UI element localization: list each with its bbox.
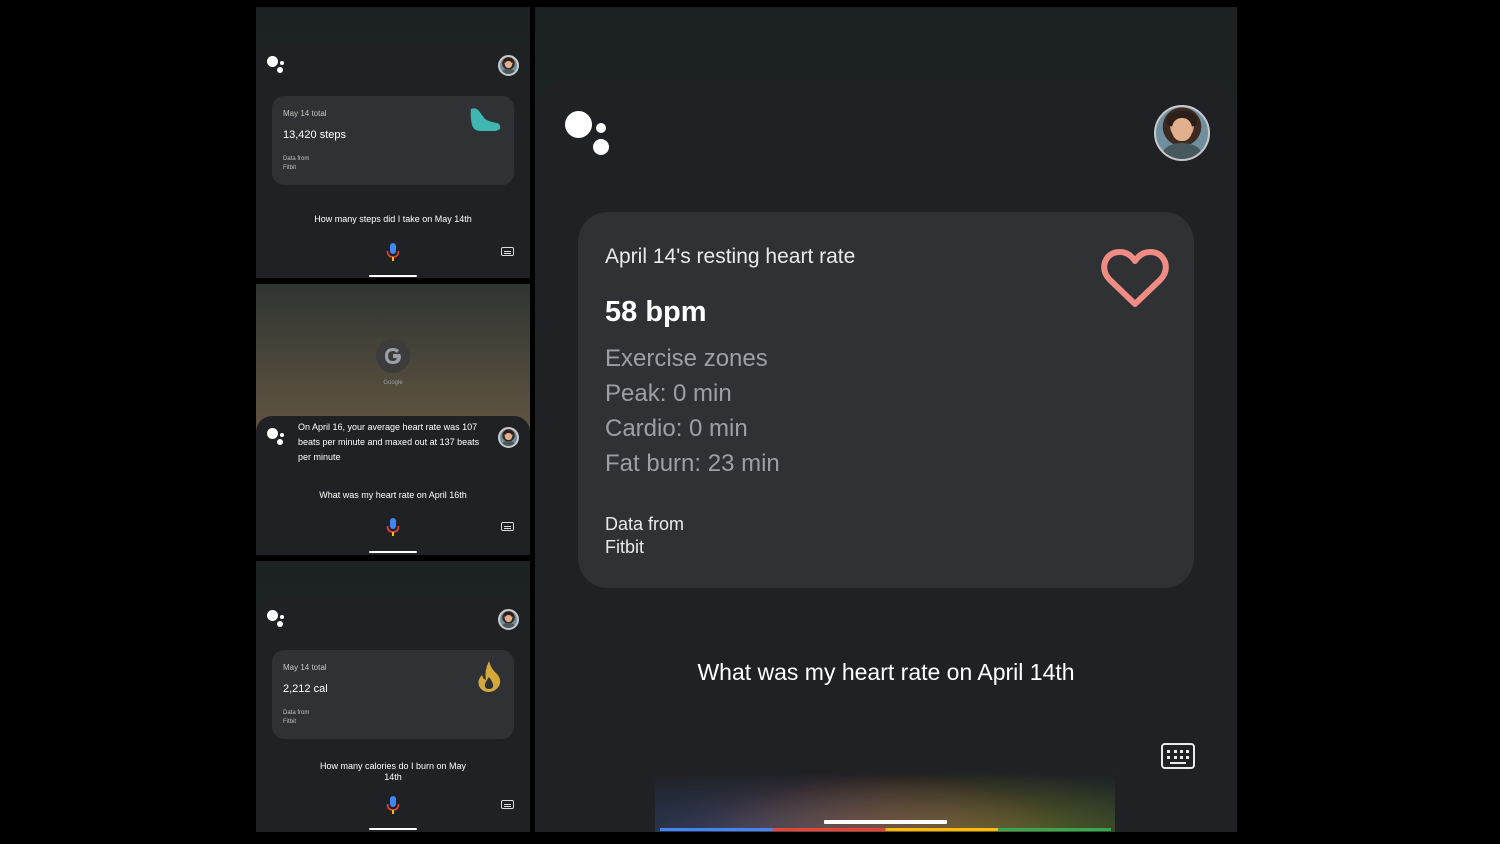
heart-rate-card[interactable]: April 14's resting heart rate 58 bpm Exe… <box>578 212 1194 588</box>
assistant-logo-icon <box>565 111 617 159</box>
query-text: What was my heart rate on April 16th <box>319 490 467 500</box>
calories-card[interactable]: May 14 total 2,212 cal Data from Fitbit <box>272 650 514 739</box>
source-name: Fitbit <box>283 165 297 171</box>
user-avatar[interactable] <box>1154 105 1210 161</box>
card-value: 2,212 cal <box>283 683 328 695</box>
query-text: What was my heart rate on April 14th <box>697 659 1075 685</box>
assistant-logo-icon <box>267 428 289 448</box>
user-avatar[interactable] <box>498 427 519 448</box>
assistant-sheet: April 14's resting heart rate 58 bpm Exe… <box>535 79 1237 832</box>
zone-cardio: Cardio: 0 min <box>605 415 748 442</box>
assistant-logo-icon <box>267 56 289 76</box>
calories-panel: May 14 total 2,212 cal Data from Fitbit … <box>256 561 530 832</box>
assistant-sheet: May 14 total 13,420 steps Data from Fitb… <box>256 44 530 278</box>
data-source: Data from Fitbit <box>283 709 309 727</box>
user-avatar[interactable] <box>498 55 519 76</box>
query-text: How many steps did I take on May 14th <box>314 214 472 224</box>
google-caption: Google <box>383 380 403 386</box>
google-color-bar <box>660 828 1111 831</box>
query-text: How many calories do I burn on May 14th <box>319 761 467 782</box>
main-panel: April 14's resting heart rate 58 bpm Exe… <box>535 7 1237 832</box>
assistant-logo-icon <box>267 610 289 630</box>
card-value: 13,420 steps <box>283 129 346 141</box>
card-label: May 14 total <box>283 663 327 672</box>
heart-average-panel: Google On April 16, your average heart r… <box>256 284 530 555</box>
source-name: Fitbit <box>605 537 645 557</box>
gesture-handle[interactable] <box>369 275 417 277</box>
mic-icon[interactable] <box>384 242 402 262</box>
zones-title: Exercise zones <box>605 345 768 372</box>
zone-peak: Peak: 0 min <box>605 380 732 407</box>
shoe-icon <box>470 108 501 131</box>
assistant-sheet: May 14 total 2,212 cal Data from Fitbit … <box>256 598 530 832</box>
source-label: Data from <box>283 156 310 162</box>
card-label: May 14 total <box>283 109 327 118</box>
source-label: Data from <box>283 710 310 716</box>
data-source: Data from Fitbit <box>283 155 309 173</box>
gesture-handle[interactable] <box>824 820 947 824</box>
card-value: 58 bpm <box>605 296 707 328</box>
source-name: Fitbit <box>283 719 297 725</box>
keyboard-icon[interactable] <box>501 522 514 531</box>
assistant-sheet: On April 16, your average heart rate was… <box>256 416 530 555</box>
card-title: April 14's resting heart rate <box>605 245 856 268</box>
data-source: Data from Fitbit <box>605 513 684 559</box>
gesture-handle[interactable] <box>369 551 417 553</box>
steps-card[interactable]: May 14 total 13,420 steps Data from Fitb… <box>272 96 514 185</box>
mic-icon[interactable] <box>384 517 402 537</box>
steps-panel: May 14 total 13,420 steps Data from Fitb… <box>256 7 530 278</box>
source-label: Data from <box>605 514 685 534</box>
google-logo-icon <box>376 339 410 373</box>
zone-fat-burn: Fat burn: 23 min <box>605 450 780 477</box>
keyboard-icon[interactable] <box>501 800 514 809</box>
keyboard-icon[interactable] <box>501 247 514 256</box>
assistant-response: On April 16, your average heart rate was… <box>298 422 480 462</box>
heart-icon <box>1101 249 1169 307</box>
flame-icon <box>478 661 501 692</box>
user-avatar[interactable] <box>498 609 519 630</box>
gesture-handle[interactable] <box>369 828 417 830</box>
keyboard-icon[interactable] <box>1161 743 1195 769</box>
mic-icon[interactable] <box>384 795 402 815</box>
